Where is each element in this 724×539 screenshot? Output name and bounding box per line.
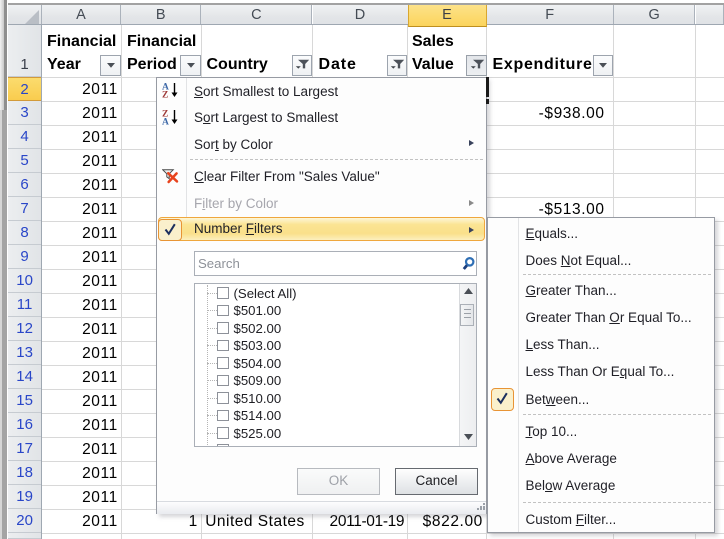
- svg-text:A: A: [162, 117, 169, 125]
- svg-text:Z: Z: [162, 90, 168, 98]
